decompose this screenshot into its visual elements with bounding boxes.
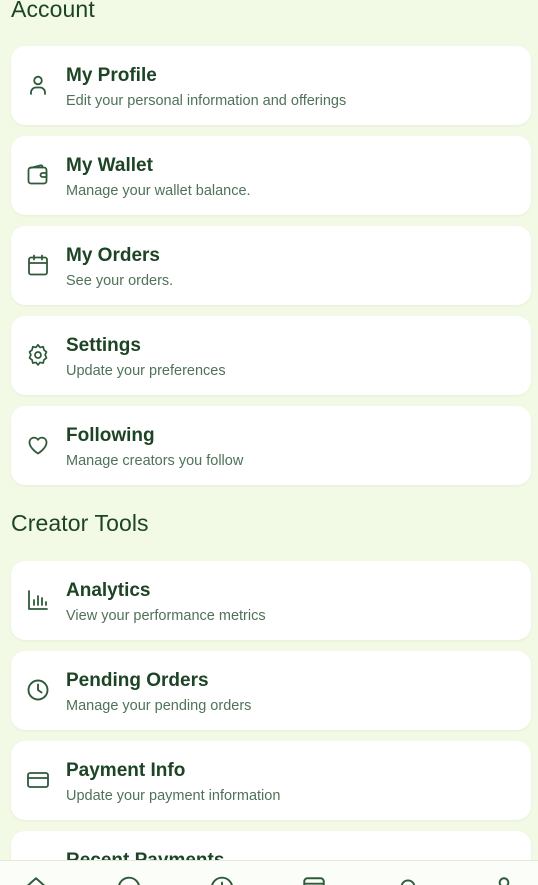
profile-icon[interactable] [491,875,517,885]
credit-card-icon [26,768,50,792]
menu-item-description: Edit your personal information and offer… [66,93,347,109]
menu-item-description: Update your preferences [66,363,226,379]
menu-item-settings[interactable]: Settings Update your preferences [11,316,531,395]
menu-item-title: Pending Orders [66,670,209,691]
section-title-account: Account [11,0,95,22]
menu-item-analytics[interactable]: Analytics View your performance metrics [11,561,531,640]
menu-item-my-orders[interactable]: My Orders See your orders. [11,226,531,305]
menu-item-pending-orders[interactable]: Pending Orders Manage your pending order… [11,651,531,730]
menu-item-title: Payment Info [66,760,186,781]
clock-icon [26,678,50,702]
menu-item-title: Following [66,425,155,446]
menu-item-recent-payments[interactable]: Recent Payments [11,831,531,860]
user-icon [26,73,50,97]
menu-item-my-wallet[interactable]: My Wallet Manage your wallet balance. [11,136,531,215]
menu-item-payment-info[interactable]: Payment Info Update your payment informa… [11,741,531,820]
menu-item-title: My Profile [66,65,157,86]
menu-item-my-profile[interactable]: My Profile Edit your personal informatio… [11,46,531,125]
menu-item-description: View your performance metrics [66,608,266,624]
menu-item-description: Manage your pending orders [66,698,252,714]
wallet-icon [26,163,50,187]
bottom-navigation [0,860,538,885]
gear-icon [26,343,50,367]
menu-item-title: My Orders [66,245,160,266]
menu-item-title: Settings [66,335,141,356]
menu-item-description: See your orders. [66,273,174,289]
bag-icon[interactable] [301,875,327,885]
menu-item-title: My Wallet [66,155,153,176]
notifications-icon[interactable] [395,875,421,885]
menu-item-description: Manage creators you follow [66,453,244,469]
home-icon[interactable] [23,875,49,885]
heart-icon [26,433,50,457]
add-icon[interactable] [209,875,235,885]
bar-chart-icon [26,588,50,612]
search-icon[interactable] [116,875,142,885]
settings-list[interactable]: Account My Profile Edit your personal in… [0,0,538,860]
calendar-icon [26,253,50,277]
menu-item-description: Update your payment information [66,788,281,804]
menu-item-title: Recent Payments [66,850,224,860]
menu-item-following[interactable]: Following Manage creators you follow [11,406,531,485]
menu-item-description: Manage your wallet balance. [66,183,251,199]
section-title-creator-tools: Creator Tools [11,510,149,536]
menu-item-title: Analytics [66,580,151,601]
